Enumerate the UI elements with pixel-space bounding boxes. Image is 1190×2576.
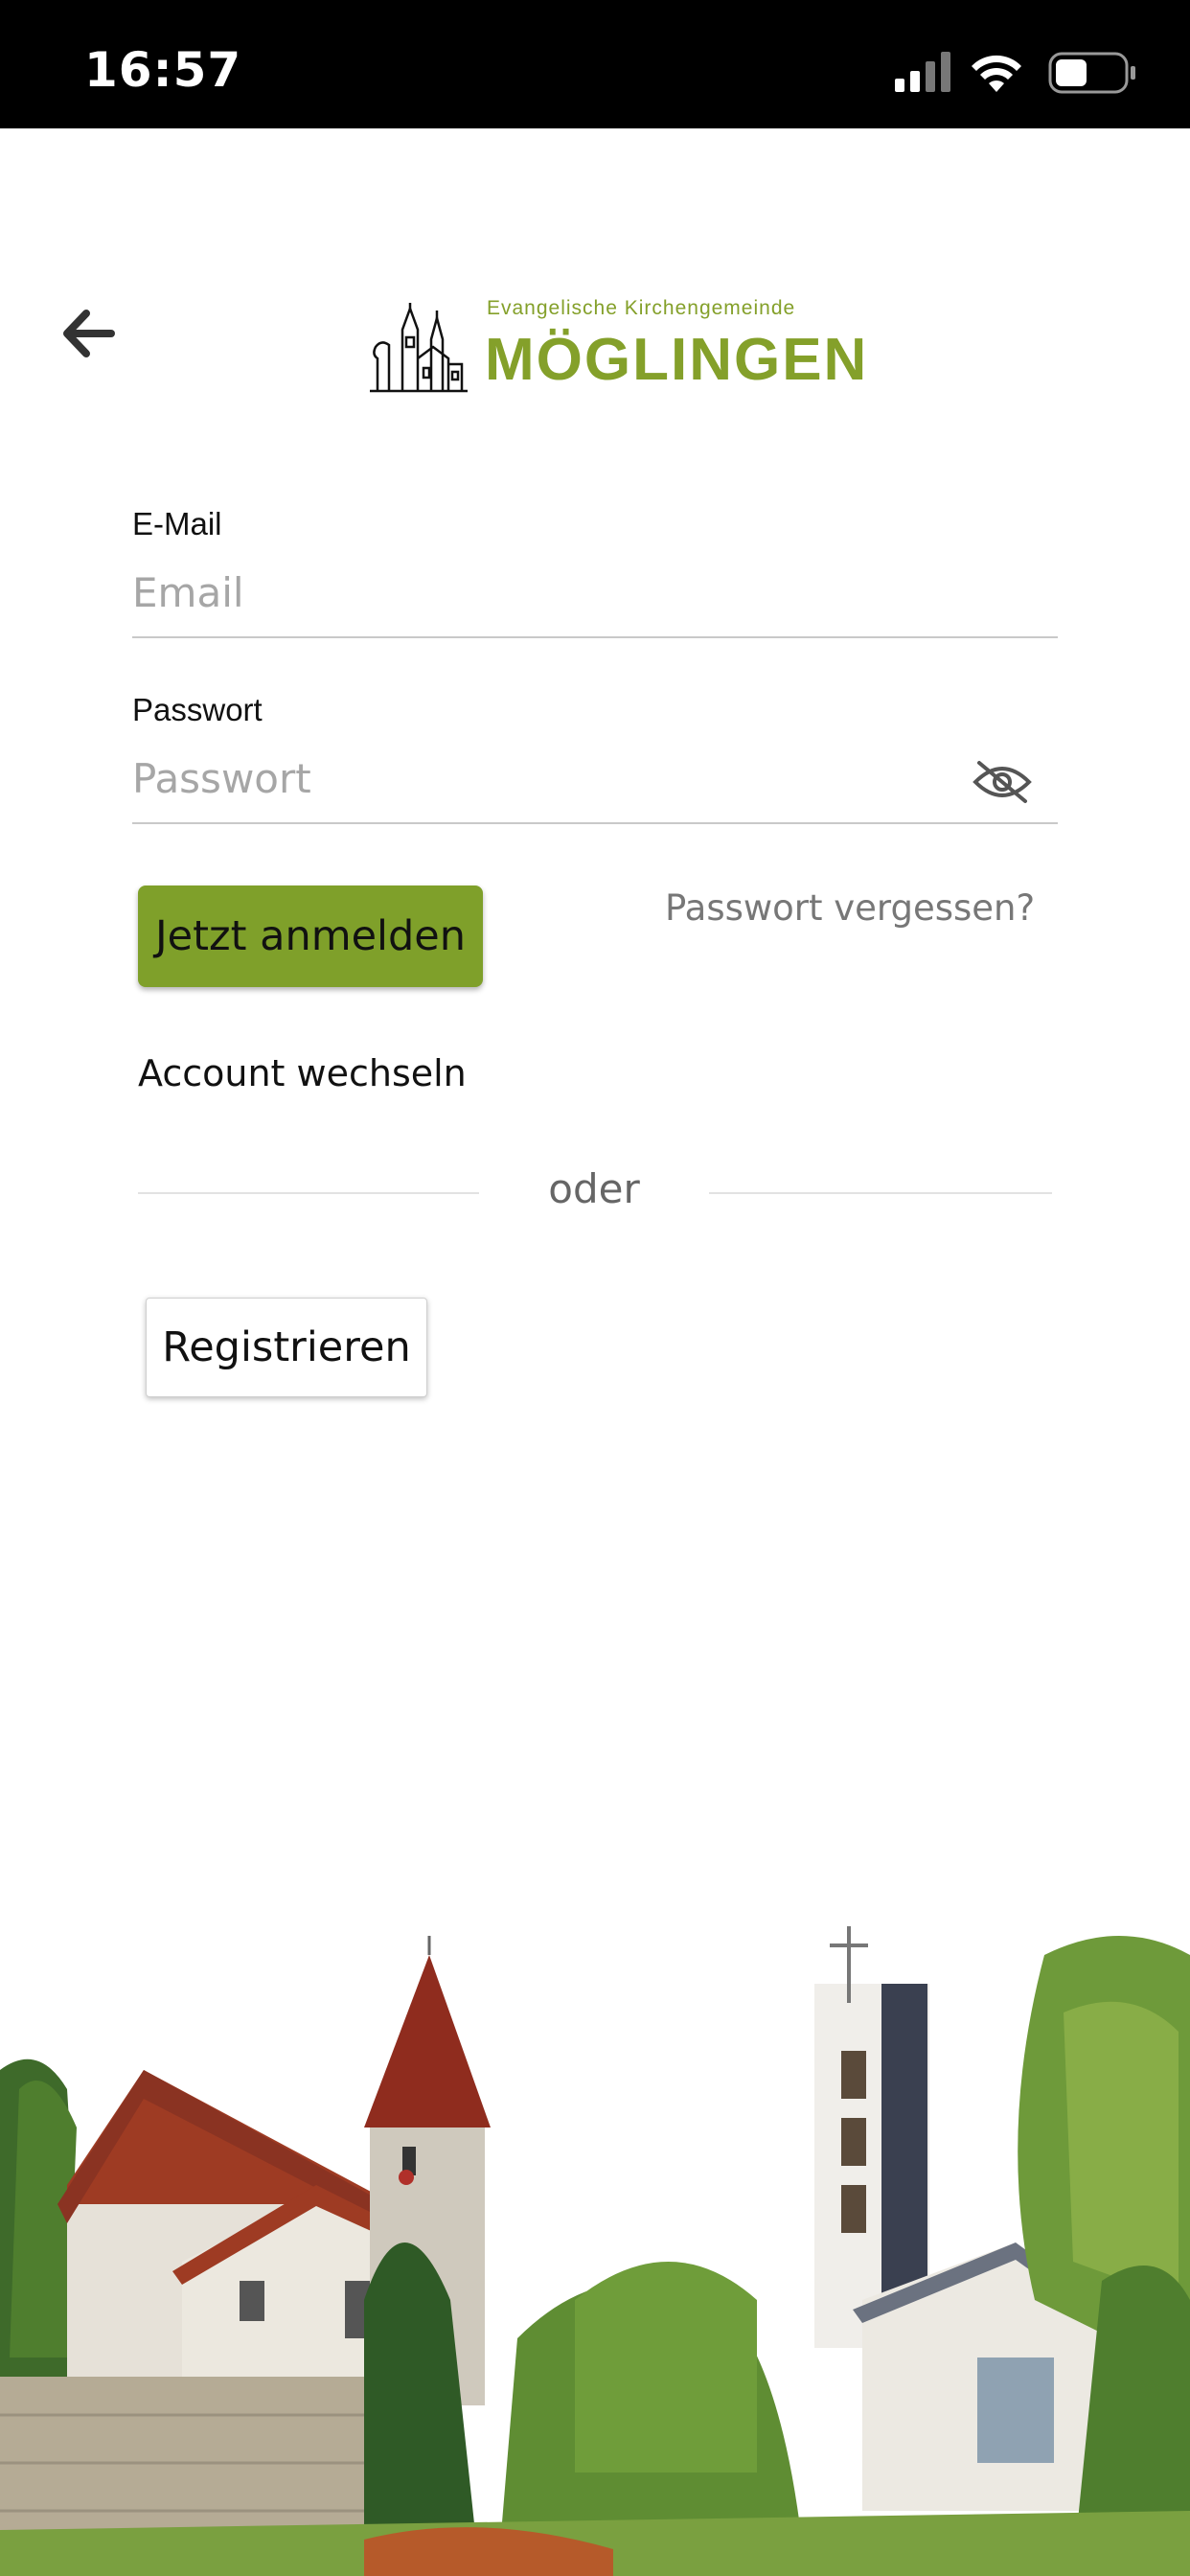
divider-right <box>709 1192 1052 1194</box>
email-label: E-Mail <box>132 506 222 541</box>
forgot-password-link[interactable]: Passwort vergessen? <box>665 887 1035 929</box>
cellular-signal-icon <box>895 52 950 92</box>
password-field: Passwort <box>132 692 1058 824</box>
battery-icon <box>1048 52 1135 94</box>
register-button[interactable]: Registrieren <box>146 1298 427 1397</box>
logo-subtitle: Evangelische Kirchengemeinde <box>487 297 796 319</box>
back-button[interactable] <box>54 299 123 368</box>
toggle-password-visibility-button[interactable] <box>972 759 1033 810</box>
arrow-left-icon <box>63 310 115 357</box>
email-field: E-Mail <box>132 506 1058 638</box>
eye-off-icon <box>973 761 1032 803</box>
church-logo: Evangelische Kirchengemeinde MÖGLINGEN <box>368 293 866 399</box>
email-input[interactable] <box>132 565 1058 619</box>
or-separator: oder <box>548 1165 640 1212</box>
switch-account-link[interactable]: Account wechseln <box>138 1052 467 1094</box>
password-label: Passwort <box>132 692 263 727</box>
status-icons <box>895 50 1144 98</box>
password-underline <box>132 822 1058 824</box>
logo-title: MÖGLINGEN <box>485 327 869 393</box>
divider-left <box>138 1192 479 1194</box>
password-input[interactable] <box>132 751 975 805</box>
wifi-icon <box>972 55 1021 92</box>
status-bar: 16:57 <box>0 0 1190 128</box>
email-underline <box>132 636 1058 638</box>
login-button[interactable]: Jetzt anmelden <box>138 886 483 987</box>
status-time: 16:57 <box>84 42 242 98</box>
churches-image <box>0 1898 1190 2576</box>
church-logo-icon <box>370 303 468 393</box>
